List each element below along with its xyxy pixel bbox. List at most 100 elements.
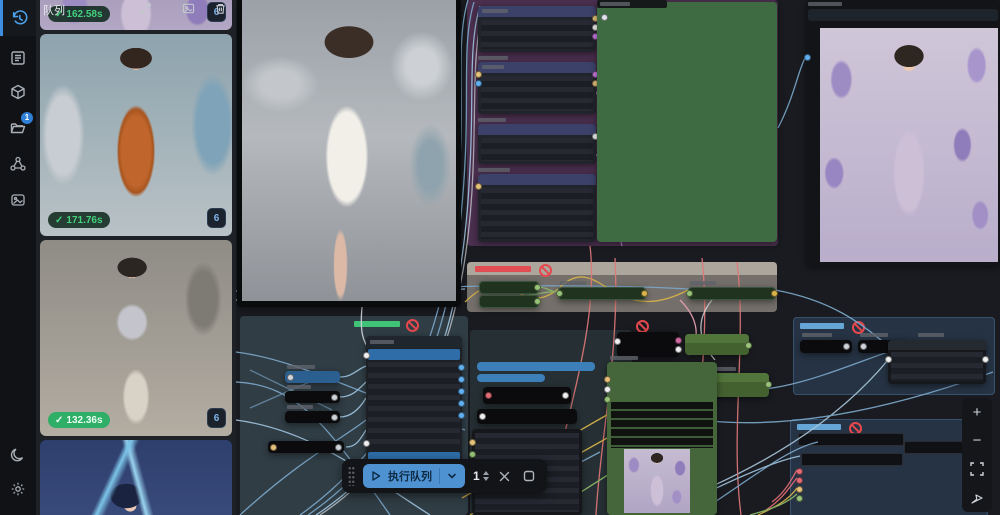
output-socket[interactable]	[458, 400, 465, 407]
output-socket[interactable]	[745, 342, 752, 349]
drag-handle[interactable]	[348, 466, 355, 486]
output-socket[interactable]	[534, 298, 541, 305]
output-socket[interactable]	[534, 284, 541, 291]
fit-view-button[interactable]	[965, 457, 989, 481]
node-title-text	[370, 340, 394, 344]
input-socket[interactable]	[796, 486, 803, 493]
output-socket[interactable]	[641, 290, 648, 297]
output-socket[interactable]	[335, 444, 342, 451]
batch-count-value[interactable]: 1	[473, 469, 480, 483]
input-socket[interactable]	[363, 440, 370, 447]
text-node[interactable]	[478, 62, 596, 114]
sidebar-item-workflows[interactable]: 1	[0, 110, 36, 146]
preview-image-node[interactable]	[806, 0, 1000, 266]
output-socket[interactable]	[331, 394, 338, 401]
stepper-up-icon[interactable]	[483, 471, 489, 475]
text-node[interactable]	[478, 124, 596, 164]
input-socket[interactable]	[796, 477, 803, 484]
output-socket[interactable]	[458, 376, 465, 383]
clear-queue-button[interactable]	[497, 468, 513, 484]
text-node[interactable]	[478, 6, 596, 52]
clear-history-button[interactable]	[214, 2, 228, 16]
group-right-bottom[interactable]	[790, 419, 988, 515]
queue-item[interactable]: ✓ 132.36s 6	[40, 240, 232, 436]
collapsed-node[interactable]	[617, 332, 679, 357]
text-node[interactable]	[888, 340, 986, 384]
output-socket[interactable]	[458, 388, 465, 395]
output-count-badge[interactable]: 6	[207, 208, 226, 228]
sidebar-item-theme-toggle[interactable]	[0, 437, 36, 473]
collapsed-node[interactable]	[285, 411, 340, 423]
text-node[interactable]	[478, 174, 596, 242]
input-socket[interactable]	[804, 54, 811, 61]
input-socket[interactable]	[614, 338, 621, 345]
input-socket[interactable]	[604, 396, 611, 403]
input-socket[interactable]	[860, 343, 867, 350]
input-socket[interactable]	[796, 468, 803, 475]
input-socket[interactable]	[469, 451, 476, 458]
input-socket[interactable]	[469, 439, 476, 446]
collapsed-node[interactable]	[800, 340, 852, 353]
queue-item[interactable]: ✓ 171.76s 6	[40, 34, 232, 236]
input-socket[interactable]	[287, 374, 294, 381]
execute-queue-button[interactable]: 执行队列	[363, 464, 465, 488]
input-socket[interactable]	[475, 80, 482, 87]
preview-image-node[interactable]	[237, 0, 461, 307]
green-node[interactable]	[685, 334, 749, 355]
collapsed-node[interactable]	[558, 287, 646, 300]
output-socket[interactable]	[458, 364, 465, 371]
widget-field[interactable]	[798, 433, 904, 446]
input-socket[interactable]	[601, 14, 608, 21]
sidebar-item-settings[interactable]	[0, 471, 36, 507]
output-socket[interactable]	[765, 381, 772, 388]
input-socket[interactable]	[475, 71, 482, 78]
collapsed-node[interactable]	[479, 295, 539, 308]
queue-item[interactable]	[40, 440, 232, 515]
output-count-badge[interactable]: 6	[207, 408, 226, 428]
input-socket[interactable]	[485, 392, 492, 399]
collapsed-node[interactable]	[268, 441, 344, 453]
output-socket[interactable]	[982, 356, 989, 363]
output-socket[interactable]	[843, 343, 850, 350]
note-node[interactable]	[597, 2, 777, 242]
widget-field[interactable]	[801, 453, 903, 466]
input-socket[interactable]	[479, 413, 486, 420]
preview-green-node[interactable]	[607, 362, 717, 515]
select-mode-button[interactable]	[965, 486, 989, 510]
collapsed-node[interactable]	[285, 391, 340, 403]
collapsed-node[interactable]	[477, 409, 577, 424]
output-socket[interactable]	[675, 346, 682, 353]
collapsed-node[interactable]	[285, 371, 340, 383]
output-socket[interactable]	[771, 290, 778, 297]
zoom-in-button[interactable]: +	[965, 400, 989, 424]
output-socket[interactable]	[458, 412, 465, 419]
input-socket[interactable]	[270, 444, 277, 451]
collapsed-node[interactable]	[688, 287, 776, 300]
input-socket[interactable]	[796, 495, 803, 502]
stepper-down-icon[interactable]	[483, 477, 489, 481]
zoom-out-button[interactable]: −	[965, 429, 989, 453]
input-socket[interactable]	[604, 386, 611, 393]
sidebar-item-model-library[interactable]	[0, 74, 36, 110]
output-socket[interactable]	[562, 392, 569, 399]
sidebar-item-node-map[interactable]	[0, 146, 36, 182]
output-socket[interactable]	[675, 337, 682, 344]
collapsed-node[interactable]	[483, 387, 571, 404]
gallery-view-button[interactable]	[182, 2, 196, 16]
chevron-down-icon[interactable]	[447, 471, 457, 481]
collapsed-node[interactable]	[479, 281, 539, 294]
expand-panel-button[interactable]	[139, 2, 153, 16]
sidebar-item-queue-history[interactable]	[0, 0, 36, 36]
input-socket[interactable]	[475, 183, 482, 190]
input-socket[interactable]	[885, 356, 892, 363]
input-socket[interactable]	[604, 376, 611, 383]
sidebar-item-node-library[interactable]	[0, 40, 36, 76]
input-socket[interactable]	[363, 352, 370, 359]
stop-button[interactable]	[521, 468, 537, 484]
output-socket[interactable]	[331, 414, 338, 421]
sidebar-item-gallery[interactable]	[0, 182, 36, 218]
input-socket[interactable]	[556, 290, 563, 297]
sampler-node[interactable]	[366, 336, 462, 462]
list-icon	[9, 49, 27, 67]
input-socket[interactable]	[686, 290, 693, 297]
